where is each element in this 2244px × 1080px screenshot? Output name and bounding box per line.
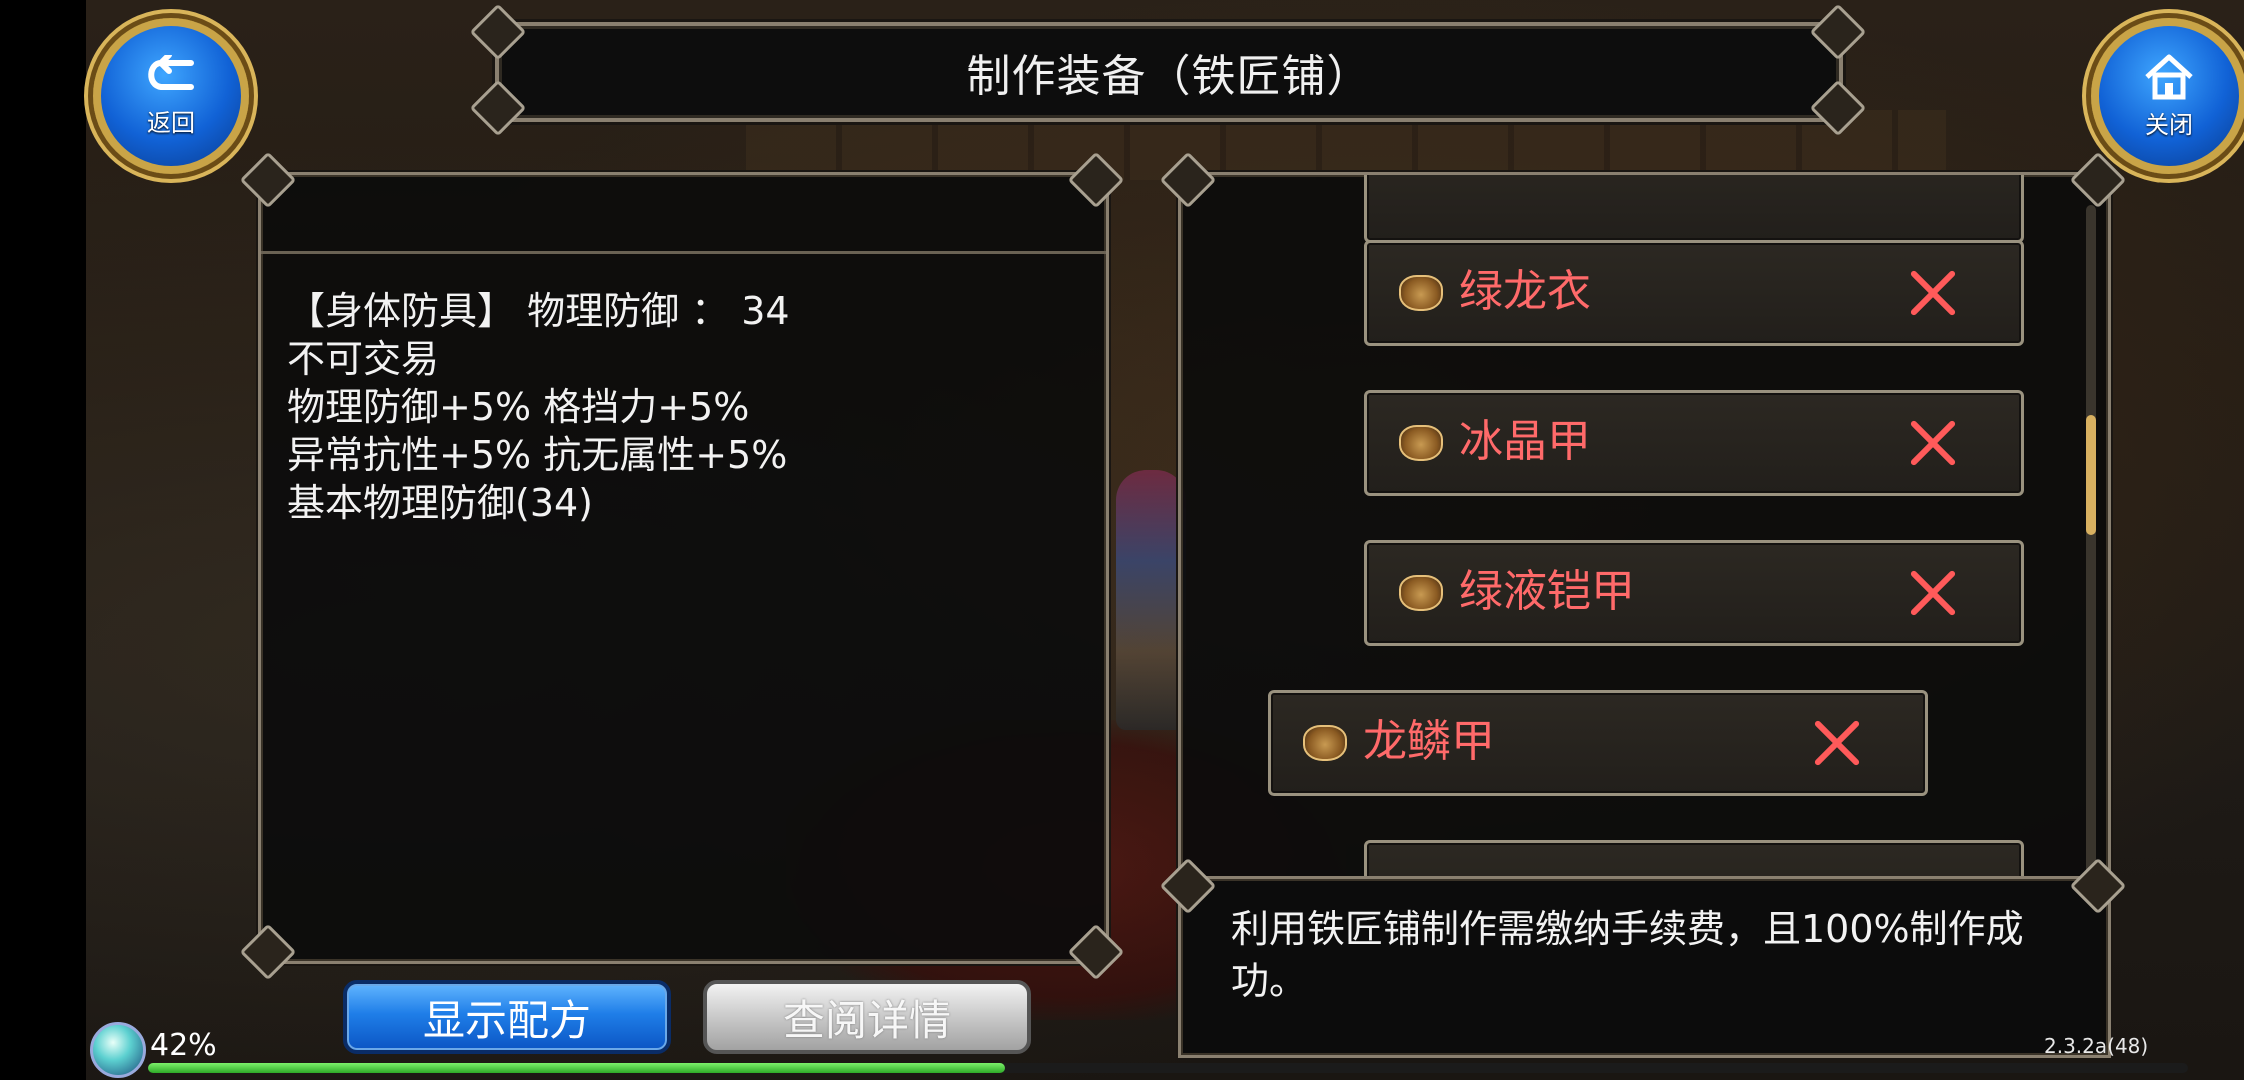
notice-panel: 利用铁匠铺制作需缴纳手续费，且100%制作成功。 (1178, 876, 2111, 1058)
recipe-item[interactable]: 冰晶甲 (1364, 390, 2024, 496)
recipe-item-name: 绿液铠甲 (1459, 566, 1635, 617)
title-bar: 制作装备（铁匠铺） (495, 22, 1843, 122)
back-arrow-icon (148, 54, 194, 90)
show-recipe-button[interactable]: 显示配方 (343, 980, 671, 1054)
item-bag-icon (1303, 725, 1347, 761)
recipe-item[interactable]: 绿龙衣 (1364, 240, 2024, 346)
back-button-label: 返回 (147, 108, 195, 137)
unavailable-x-icon (1811, 717, 1863, 769)
item-detail-panel: 【身体防具】 物理防御 ： 34 不可交易 物理防御+5% 格挡力+5% 异常抗… (258, 172, 1109, 964)
back-button[interactable]: 返回 (93, 18, 249, 174)
home-icon (2145, 54, 2193, 99)
player-character (1116, 470, 1186, 730)
item-bag-icon (1399, 425, 1443, 461)
item-stat-line: 不可交易 (287, 337, 440, 381)
recipe-item-selected[interactable]: 龙鳞甲 (1268, 690, 1928, 796)
item-stat-line: 【身体防具】 物理防御 ： 34 (287, 289, 790, 333)
exp-bar-fill (148, 1063, 1005, 1073)
view-details-button[interactable]: 查阅详情 (703, 980, 1031, 1054)
scrollbar-thumb[interactable] (2086, 415, 2096, 535)
recipe-item-partial[interactable] (1364, 175, 2024, 243)
item-stat-line: 异常抗性+5% 抗无属性+5% (287, 433, 788, 477)
window-title: 制作装备（铁匠铺） (966, 51, 1372, 102)
close-button[interactable]: 关闭 (2091, 18, 2244, 174)
recipe-item[interactable]: 绿液铠甲 (1364, 540, 2024, 646)
unavailable-x-icon (1907, 567, 1959, 619)
energy-orb-icon (90, 1022, 146, 1078)
item-stat-line: 物理防御+5% 格挡力+5% (287, 385, 750, 429)
recipe-item-name: 绿龙衣 (1459, 266, 1591, 317)
item-bag-icon (1399, 275, 1443, 311)
unavailable-x-icon (1907, 417, 1959, 469)
panel-divider (261, 251, 1106, 254)
notice-text: 利用铁匠铺制作需缴纳手续费，且100%制作成功。 (1231, 907, 2024, 1003)
battery-percent: 42% (150, 1028, 217, 1063)
close-button-label: 关闭 (2145, 110, 2193, 139)
item-stat-line: 基本物理防御(34) (287, 481, 594, 525)
recipe-item-name: 冰晶甲 (1459, 416, 1591, 467)
item-bag-icon (1399, 575, 1443, 611)
unavailable-x-icon (1907, 267, 1959, 319)
version-label: 2.3.2a(48) (2044, 1034, 2149, 1058)
item-description: 【身体防具】 物理防御 ： 34 不可交易 物理防御+5% 格挡力+5% 异常抗… (287, 287, 1077, 527)
recipe-item-name: 龙鳞甲 (1363, 716, 1495, 767)
